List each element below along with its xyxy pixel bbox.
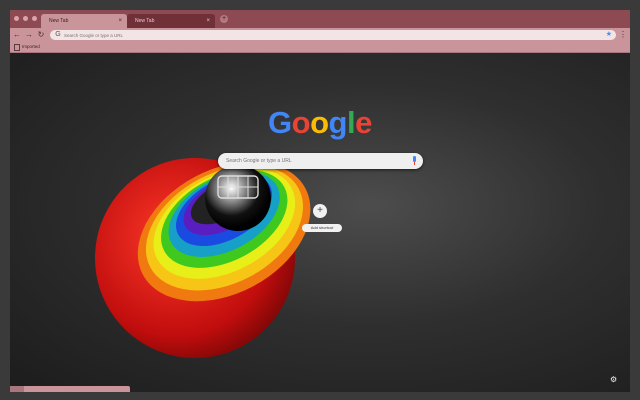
microphone-icon[interactable]: [412, 156, 417, 165]
minimize-window-dot[interactable]: [23, 16, 28, 21]
google-g-icon: G: [55, 31, 61, 38]
logo-letter-l: l: [346, 105, 356, 140]
toolbar: ← → ↻ G ★ ⋮: [10, 28, 630, 42]
new-tab-button[interactable]: +: [220, 15, 228, 23]
close-window-dot[interactable]: [14, 16, 19, 21]
add-shortcut-tile[interactable]: + Add shortcut: [302, 204, 342, 234]
add-shortcut-label: Add shortcut: [302, 224, 342, 232]
bookmark-star-icon[interactable]: ★: [606, 30, 612, 40]
reload-button[interactable]: ↻: [36, 29, 46, 41]
omnibox-input[interactable]: [64, 30, 584, 40]
forward-button[interactable]: →: [24, 29, 34, 41]
logo-letter-g2: g: [328, 105, 348, 140]
logo-letter-o2: o: [310, 105, 329, 140]
logo-letter-o1: o: [291, 105, 311, 140]
bookmark-imported[interactable]: Imported: [14, 43, 40, 51]
close-tab-icon[interactable]: ×: [206, 14, 210, 28]
tab-label: New Tab: [135, 18, 155, 24]
close-tab-icon[interactable]: ×: [118, 14, 122, 28]
maximize-window-dot[interactable]: [32, 16, 37, 21]
plus-icon[interactable]: +: [313, 204, 327, 218]
omnibox[interactable]: G ★: [50, 30, 616, 40]
new-tab-page: Google + Add shortcut ⚙: [10, 53, 630, 392]
tab-new-tab-1[interactable]: New Tab ×: [41, 14, 127, 28]
menu-button[interactable]: ⋮: [618, 29, 628, 41]
logo-letter-e: e: [355, 105, 372, 140]
tab-label: New Tab: [49, 18, 69, 24]
search-box[interactable]: [218, 153, 423, 169]
browser-window: New Tab × New Tab × + ← → ↻ G ★ ⋮ Import: [10, 10, 630, 392]
logo-letter-g: G: [268, 105, 292, 140]
page-icon: [14, 44, 20, 51]
status-progress: [10, 386, 25, 392]
bookmark-label: Imported: [22, 44, 40, 49]
google-logo: Google: [268, 105, 372, 141]
tab-new-tab-2[interactable]: New Tab ×: [127, 14, 215, 28]
back-button[interactable]: ←: [12, 29, 22, 41]
status-bar: [10, 386, 130, 392]
customize-gear-icon[interactable]: ⚙: [610, 375, 617, 384]
bookmarks-bar: Imported: [10, 42, 630, 53]
window-frame: New Tab × New Tab × + ← → ↻ G ★ ⋮ Import: [0, 0, 640, 400]
window-controls: [14, 16, 37, 21]
search-input[interactable]: [226, 153, 406, 169]
tab-strip: New Tab × New Tab × +: [10, 10, 630, 28]
rainbow-sphere-wallpaper: [95, 158, 311, 358]
